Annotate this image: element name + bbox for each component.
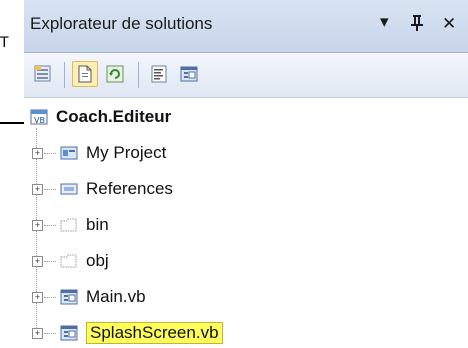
expand-icon[interactable]: + <box>32 256 43 267</box>
properties-button[interactable] <box>30 61 56 87</box>
view-code-icon <box>151 65 167 83</box>
expand-icon[interactable]: + <box>32 184 43 195</box>
toolbar-separator <box>64 62 65 88</box>
tree-root-label: Coach.Editeur <box>56 107 172 126</box>
tree-item[interactable]: + Main.vb <box>24 282 324 312</box>
pin-button[interactable] <box>410 14 424 37</box>
tree-connector <box>44 153 56 154</box>
tree-item[interactable]: + References <box>24 174 324 204</box>
tree-item-label: SplashScreen.vb <box>86 322 223 344</box>
show-all-files-icon <box>78 65 92 83</box>
folder-icon <box>60 218 77 232</box>
refresh-button[interactable] <box>102 61 128 87</box>
tree-item-selected[interactable]: + SplashScreen.vb <box>24 318 324 348</box>
expand-icon[interactable]: + <box>32 148 43 159</box>
folder-icon <box>60 254 77 268</box>
form-file-icon <box>60 325 78 341</box>
tree-item[interactable]: + bin <box>24 210 324 240</box>
expand-icon[interactable]: + <box>32 292 43 303</box>
svg-text:VB: VB <box>34 116 45 125</box>
tree-connector <box>44 297 56 298</box>
properties-icon <box>34 65 51 82</box>
panel-title: Explorateur de solutions <box>30 14 213 33</box>
show-all-files-button[interactable] <box>72 61 98 87</box>
tree-item-label: bin <box>86 215 109 234</box>
vb-project-icon: VB <box>30 109 48 125</box>
tree-connector <box>44 261 56 262</box>
tree-connector <box>44 189 56 190</box>
solution-explorer-panel: Explorateur de solutions ▾ ✕ VB Coach.Ed… <box>24 0 468 347</box>
tree-item-label: My Project <box>86 143 167 162</box>
references-icon <box>60 183 78 195</box>
my-project-icon <box>60 146 78 160</box>
expand-icon[interactable]: + <box>32 328 43 339</box>
tree-item-label: Main.vb <box>86 287 146 306</box>
tree-root-node[interactable]: VB Coach.Editeur <box>30 102 171 132</box>
view-designer-icon <box>180 66 198 82</box>
expand-icon[interactable]: + <box>32 220 43 231</box>
close-button[interactable]: ✕ <box>442 14 456 34</box>
tree-item[interactable]: + obj <box>24 246 324 276</box>
view-code-button[interactable] <box>146 61 172 87</box>
tree-item-label: References <box>86 179 173 198</box>
view-designer-button[interactable] <box>176 61 202 87</box>
window-dropdown-button[interactable]: ▾ <box>380 12 389 32</box>
tree-connector <box>44 225 56 226</box>
toolbar-separator <box>138 62 139 88</box>
panel-titlebar: Explorateur de solutions ▾ ✕ <box>24 0 468 53</box>
explorer-toolbar <box>24 53 468 98</box>
form-file-icon <box>60 289 78 305</box>
tree-item-label: obj <box>86 251 109 270</box>
pin-icon <box>411 15 423 31</box>
tree-connector <box>44 333 56 334</box>
refresh-icon <box>106 65 124 83</box>
tree-item[interactable]: + My Project <box>24 138 324 168</box>
background-code-fragment: T <box>0 35 9 51</box>
